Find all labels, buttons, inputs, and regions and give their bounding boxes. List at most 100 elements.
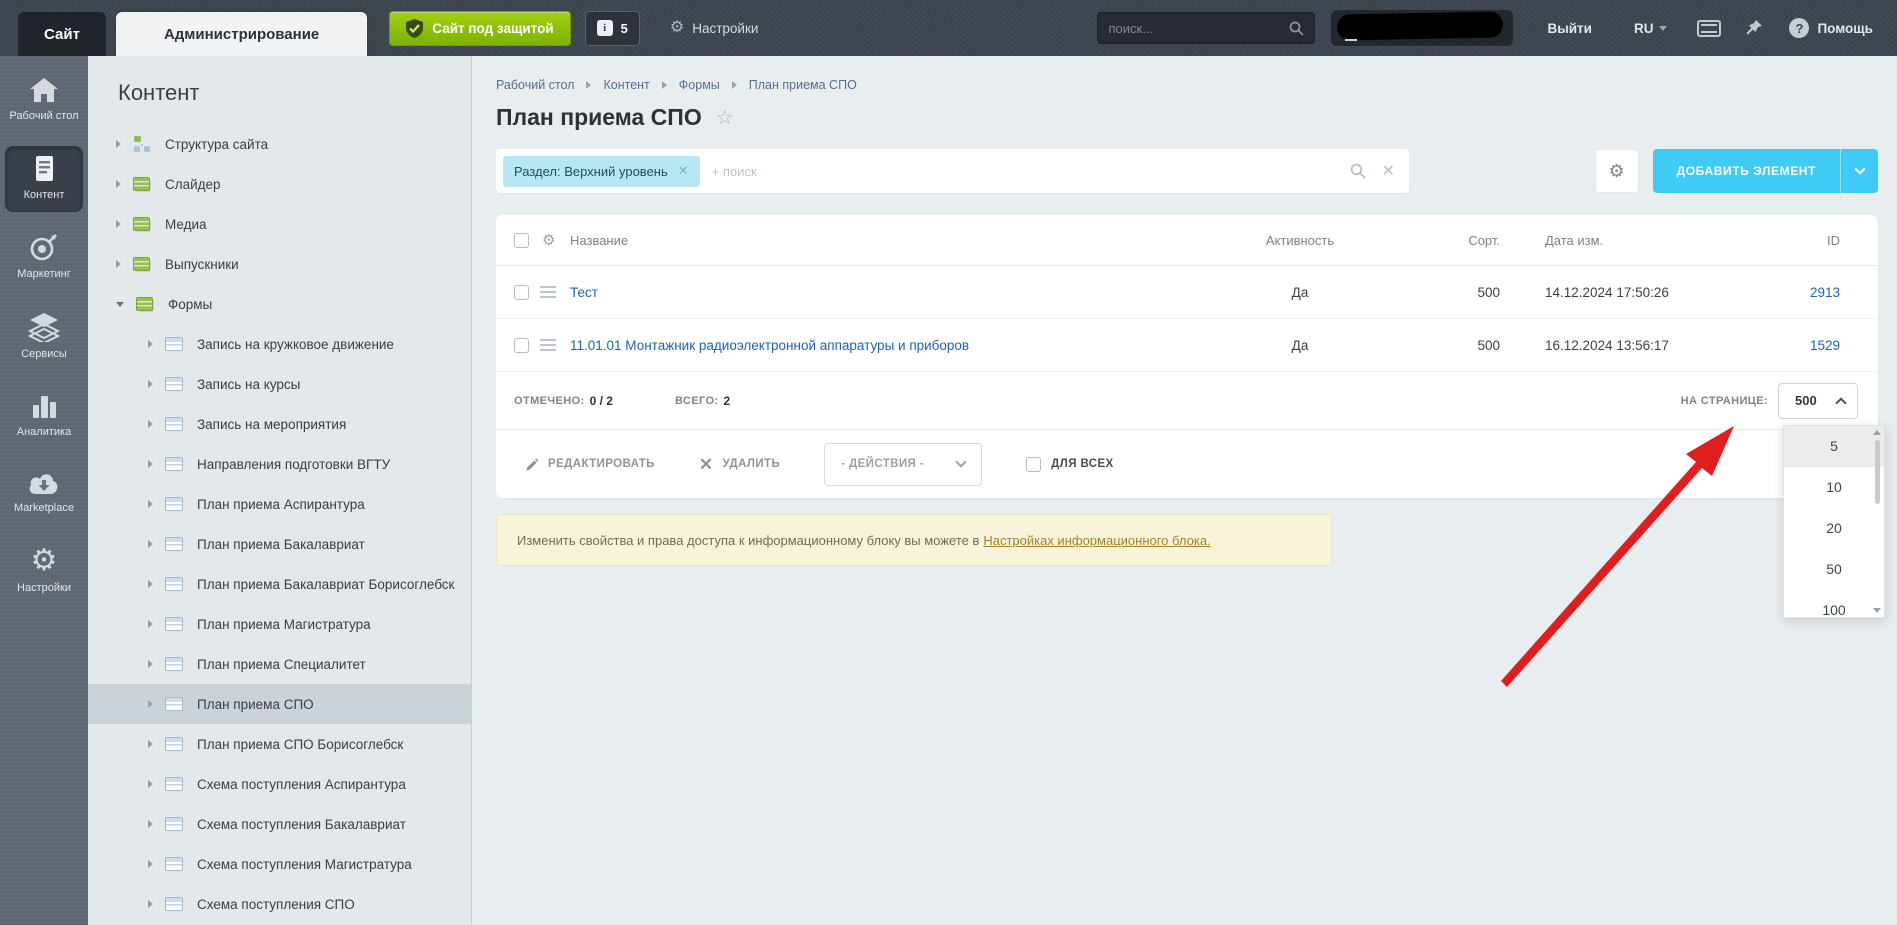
expand-arrow-icon[interactable] [148,820,153,828]
collapse-arrow-icon[interactable] [116,301,124,307]
expand-arrow-icon[interactable] [148,900,153,908]
nav-item-analytics[interactable]: Аналитика [5,384,83,448]
per-page-select[interactable]: 500 5 10 20 50 100 [1778,382,1885,618]
dropdown-scrollbar[interactable] [1872,428,1882,615]
favorite-star-icon[interactable]: ☆ [716,105,734,130]
per-page-option-20[interactable]: 20 [1784,508,1884,549]
nav-item-settings[interactable]: ⚙ Настройки [5,538,83,604]
expand-arrow-icon[interactable] [148,660,153,668]
nav-item-marketplace[interactable]: Marketplace [5,462,83,524]
grid-settings-button[interactable]: ⚙ [1594,149,1639,193]
tree-item-plan-priema-magistratura[interactable]: План приема Магистратура [88,604,471,644]
help-button[interactable]: ? Помощь [1789,18,1873,38]
iblock-settings-link[interactable]: Настройках информационного блока. [983,533,1210,548]
for-all-toggle[interactable]: ДЛЯ ВСЕХ [1026,456,1113,472]
row-checkbox[interactable] [514,284,529,300]
per-page-option-5[interactable]: 5 [1784,425,1884,467]
hotkeys-icon[interactable] [1697,19,1722,37]
chip-remove-icon[interactable]: ✕ [678,163,689,179]
drag-handle-icon[interactable] [540,336,556,354]
scroll-up-icon[interactable] [1873,429,1881,435]
expand-arrow-icon[interactable] [148,780,153,788]
expand-arrow-icon[interactable] [116,220,121,228]
expand-arrow-icon[interactable] [148,540,153,548]
tree-item-struktura-sayta[interactable]: Структура сайта [88,124,471,164]
filter-search-bar[interactable]: Раздел: Верхний уровень ✕ + поиск ✕ [496,149,1409,193]
scroll-down-icon[interactable] [1873,607,1881,613]
tree-item-shema-postupleniya-bakalavriat[interactable]: Схема поступления Бакалавриат [88,804,471,844]
expand-arrow-icon[interactable] [148,620,153,628]
for-all-checkbox[interactable] [1026,456,1042,472]
per-page-option-100[interactable]: 100 [1784,590,1884,617]
tree-item-shema-postupleniya-magistratura[interactable]: Схема поступления Магистратура [88,844,471,884]
site-protected-button[interactable]: Сайт под защитой [389,10,571,46]
language-selector[interactable]: RU [1634,21,1668,36]
notifications-button[interactable]: i 5 [584,10,640,46]
edit-button[interactable]: РЕДАКТИРОВАТЬ [526,458,655,471]
column-modified[interactable]: Дата изм. [1500,233,1765,248]
add-element-dropdown[interactable] [1840,149,1878,193]
select-all-checkbox[interactable] [514,232,529,248]
pin-icon[interactable] [1745,19,1763,37]
tree-item-formy[interactable]: Формы [88,284,471,324]
nav-item-services[interactable]: Сервисы [5,304,83,370]
expand-arrow-icon[interactable] [116,180,121,188]
column-sort[interactable]: Сорт. [1380,233,1500,248]
expand-arrow-icon[interactable] [148,460,153,468]
element-id-link[interactable]: 2913 [1810,285,1840,300]
tree-item-zapis-na-kruzhkovoe-dvizhenie[interactable]: Запись на кружковое движение [88,324,471,364]
tree-item-zapis-na-kursy[interactable]: Запись на курсы [88,364,471,404]
tree-item-zapis-na-meropriyatiya[interactable]: Запись на мероприятия [88,404,471,444]
nav-item-marketing[interactable]: Маркетинг [5,226,83,290]
columns-settings-icon[interactable]: ⚙ [542,231,570,249]
expand-arrow-icon[interactable] [148,420,153,428]
column-active[interactable]: Активность [1220,233,1380,248]
search-icon[interactable] [1289,21,1305,36]
tab-administration[interactable]: Администрирование [115,12,368,56]
tab-site[interactable]: Сайт [18,12,106,56]
tree-item-plan-priema-bakalavriat-borisoglebsk[interactable]: План приема Бакалавриат Борисоглебск [88,564,471,604]
tree-item-plan-priema-spo[interactable]: План приема СПО [88,684,471,724]
drag-handle-icon[interactable] [540,283,556,301]
expand-arrow-icon[interactable] [148,380,153,388]
per-page-option-50[interactable]: 50 [1784,549,1884,590]
filter-chip-section[interactable]: Раздел: Верхний уровень ✕ [503,155,700,187]
element-link[interactable]: Тест [570,285,598,300]
nav-item-content[interactable]: Контент [5,146,83,212]
clear-filter-icon[interactable]: ✕ [1382,161,1395,181]
per-page-option-10[interactable]: 10 [1784,467,1884,508]
tree-item-plan-priema-specialitet[interactable]: План приема Специалитет [88,644,471,684]
tree-item-plan-priema-aspirantura[interactable]: План приема Аспирантура [88,484,471,524]
delete-button[interactable]: ✕ УДАЛИТЬ [699,456,780,473]
tree-item-media[interactable]: Медиа [88,204,471,244]
tree-item-vypuskniki[interactable]: Выпускники [88,244,471,284]
tree-item-plan-priema-spo-borisoglebsk[interactable]: План приема СПО Борисоглебск [88,724,471,764]
column-name[interactable]: Название [570,233,1220,248]
actions-dropdown[interactable]: - ДЕЙСТВИЯ - [824,442,983,486]
tree-item-plan-priema-bakalavriat[interactable]: План приема Бакалавриат [88,524,471,564]
expand-arrow-icon[interactable] [116,260,121,268]
element-id-link[interactable]: 1529 [1810,338,1840,353]
tree-item-slayder[interactable]: Слайдер [88,164,471,204]
expand-arrow-icon[interactable] [148,580,153,588]
search-icon[interactable] [1350,163,1366,179]
logout-button[interactable]: Выйти [1547,21,1592,36]
expand-arrow-icon[interactable] [148,860,153,868]
row-checkbox[interactable] [514,337,529,353]
expand-arrow-icon[interactable] [148,500,153,508]
add-element-button[interactable]: ДОБАВИТЬ ЭЛЕМЕНТ [1652,149,1878,193]
tree-item-napravleniya-podgotovki-vgtu[interactable]: Направления подготовки ВГТУ [88,444,471,484]
tree-item-shema-postupleniya-spo[interactable]: Схема поступления СПО [88,884,471,924]
expand-arrow-icon[interactable] [148,740,153,748]
element-link[interactable]: 11.01.01 Монтажник радиоэлектронной аппа… [570,338,969,353]
topbar-settings-button[interactable]: ⚙ Настройки [670,20,759,36]
expand-arrow-icon[interactable] [116,140,121,148]
breadcrumb-desktop[interactable]: Рабочий стол [496,78,574,92]
breadcrumb-forms[interactable]: Формы [679,78,720,92]
breadcrumb-current[interactable]: План приема СПО [749,78,857,92]
nav-item-desktop[interactable]: Рабочий стол [5,68,83,132]
tree-item-shema-postupleniya-aspirantura[interactable]: Схема поступления Аспирантура [88,764,471,804]
column-id[interactable]: ID [1765,233,1840,248]
expand-arrow-icon[interactable] [148,700,153,708]
breadcrumb-content[interactable]: Контент [603,78,649,92]
